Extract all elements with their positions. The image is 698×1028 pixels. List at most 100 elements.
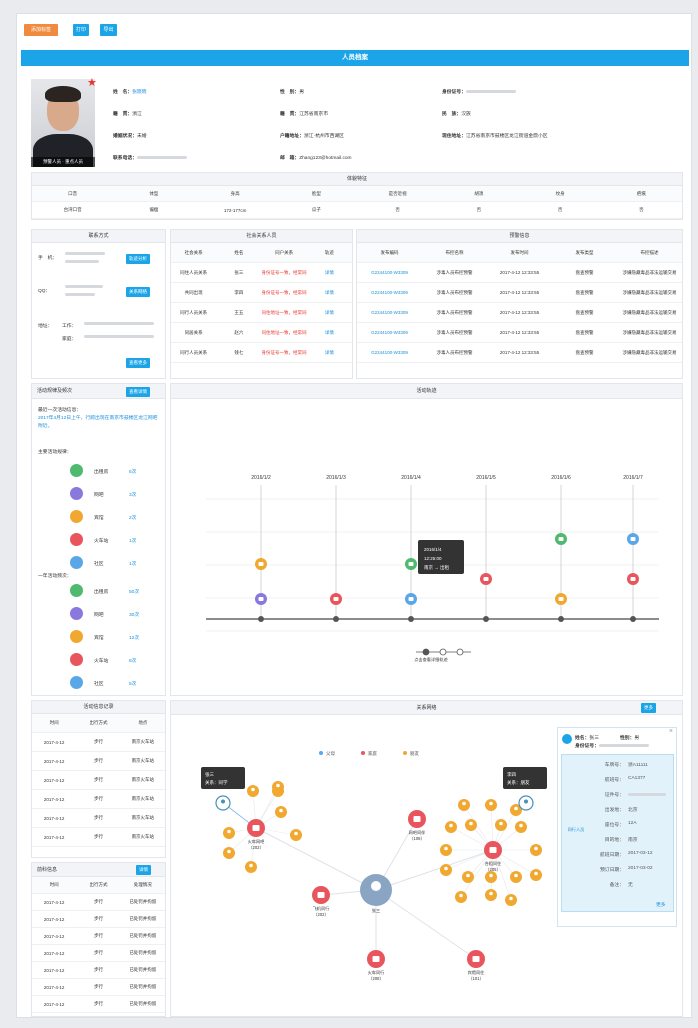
- criminal-records-table: 时间 出行方式 处理情况 2017-4-12 步行 已处罚并拘留 2017-4-12 步行 已处…: [32, 877, 165, 1013]
- timeline-event-glyph: [630, 537, 636, 541]
- table-cell[interactable]: 详情: [307, 290, 352, 296]
- graph-person-glyph: [227, 829, 231, 834]
- table-cell: 2017-4-12: [43, 1001, 65, 1007]
- alerts-title: 预警信息: [357, 230, 682, 243]
- table-cell: 步行: [93, 834, 103, 839]
- graph-more-button[interactable]: 更多: [641, 703, 656, 713]
- table-cell[interactable]: G2244100-W3309: [357, 350, 422, 355]
- timeline-legend-dot: [422, 648, 430, 656]
- detail-row-label: 证件号：: [604, 793, 624, 798]
- page-title: 人员档案: [21, 50, 689, 66]
- table-row: 2017-4-12 步行 南京火车站: [32, 752, 165, 771]
- table-cell[interactable]: 详情: [307, 310, 352, 316]
- export-button[interactable]: 导出: [100, 24, 117, 36]
- timeline-legend: 点击查看详细轨迹: [414, 657, 448, 662]
- table-cell: 南京火车站: [131, 739, 155, 744]
- table-cell: 已处罚并拘留: [129, 984, 157, 989]
- timeline-event-glyph: [408, 562, 414, 566]
- timeline-tooltip-text: 2016/1/4: [424, 547, 442, 552]
- add-tag-button[interactable]: 添加标签: [24, 24, 58, 36]
- graph-person-glyph: [251, 787, 255, 792]
- graph-legend-label: 家庭: [368, 750, 377, 757]
- records-detail-button[interactable]: 详情: [136, 865, 151, 875]
- graph-person-glyph: [489, 891, 493, 896]
- track-analysis-button[interactable]: 轨迹分析: [126, 254, 150, 264]
- table-row: 2017-4-12 步行 南京火车站: [32, 733, 165, 752]
- graph-hub-glyph: [317, 892, 325, 898]
- view-detail-button[interactable]: 查看详情: [126, 387, 150, 397]
- table-cell: 南京火车站: [131, 777, 155, 782]
- table-cell[interactable]: G2244100-W3309: [357, 270, 422, 275]
- table-header-row: 发布编码 布控名称 发布时间 发布类型 布控描述: [357, 243, 682, 263]
- table-cell: 同行人员关系: [180, 349, 208, 355]
- table-cell: 同住地址一致，经常同一地: [261, 329, 307, 335]
- graph-selected-glyph: [524, 799, 528, 804]
- table-cell: 步行: [93, 739, 103, 744]
- profile-field-label: 户籍地址：: [280, 134, 304, 139]
- table-cell: 涉毒人员布控预警: [436, 329, 473, 335]
- timeline-axis-dot: [333, 616, 339, 622]
- category-count: 2次: [129, 516, 137, 521]
- table-cell: 2017-4-12: [43, 739, 65, 745]
- table-cell: 盘查预警: [575, 349, 594, 355]
- close-icon[interactable]: ×: [669, 728, 673, 735]
- timeline-date-label: 2016/1/5: [476, 475, 496, 481]
- table-cell[interactable]: G2244100-W3309: [357, 330, 422, 335]
- table-cell: 盘查预警: [575, 289, 594, 295]
- category-count: 5次: [129, 470, 137, 475]
- profile-field-value: 男: [299, 90, 305, 95]
- graph-tooltip-text: 关系：朋友: [507, 779, 530, 786]
- timeline-event-glyph: [258, 562, 264, 566]
- print-button[interactable]: 打印: [73, 24, 89, 36]
- table-cell: 2017-4-12: [43, 815, 65, 821]
- home-address-label: 家庭：: [62, 337, 77, 342]
- table-cell[interactable]: G2244100-W3309: [357, 310, 422, 315]
- table-header-cell: 出行方式: [89, 720, 108, 725]
- table-row: G2244100-W3309 涉毒人员布控预警 2017-4-12 12:33:55…: [357, 343, 682, 363]
- table-cell: 2017-4-12 12:33:55: [499, 290, 540, 295]
- relation-network-button[interactable]: 关系网络: [126, 287, 150, 297]
- table-cell: 2017-4-12 12:33:55: [499, 270, 540, 275]
- table-cell: 步行: [93, 950, 103, 955]
- table-cell: 步行: [93, 933, 103, 938]
- table-cell[interactable]: 详情: [307, 270, 352, 276]
- table-cell[interactable]: 详情: [307, 330, 352, 336]
- table-header-cell: 布控描述: [640, 249, 659, 255]
- table-cell: 已处罚并拘留: [129, 933, 157, 938]
- view-more-button[interactable]: 查看更多: [126, 358, 150, 368]
- alerts-section: 预警信息 发布编码 布控名称 发布时间 发布类型 布控描述 G2244100-W3309 涉…: [356, 229, 683, 379]
- feature-header-cell: 脸型: [311, 190, 321, 196]
- graph-hub-count: （208）: [368, 976, 384, 981]
- table-cell: 涉嫌隐藏毒品非法运输交易: [622, 309, 677, 315]
- table-cell[interactable]: 详情: [307, 350, 352, 356]
- table-cell: 2017-4-12: [43, 899, 65, 905]
- profile-field: 联系电话：: [113, 154, 187, 161]
- table-cell: 步行: [93, 984, 103, 989]
- detail-row-value: 南京: [628, 838, 638, 843]
- table-cell: 2017-4-12 12:33:55: [499, 330, 540, 335]
- table-header-row: 时间 出行方式 地点: [32, 714, 165, 733]
- profile-field: 性 别：男: [280, 88, 304, 95]
- table-cell: 盘查预警: [575, 329, 594, 335]
- graph-person-glyph: [519, 823, 523, 828]
- table-cell[interactable]: G2244100-W3309: [357, 290, 422, 295]
- detail-more-link[interactable]: 更多: [656, 901, 666, 908]
- graph-tooltip: [201, 767, 245, 789]
- timeline-date-label: 2016/1/7: [623, 475, 643, 481]
- graph-person-glyph: [444, 866, 448, 871]
- graph-person-glyph: [449, 823, 453, 828]
- features-value-row: 台湾口音 偏瘦 172-177cm 瓜子 否 否 否 否: [32, 202, 682, 219]
- table-cell: 步行: [93, 758, 103, 763]
- address-label: 地址：: [38, 324, 53, 329]
- graph-hub-glyph: [413, 816, 421, 822]
- graph-tooltip-text: 张三: [205, 771, 214, 778]
- category-icon: [70, 464, 83, 477]
- table-row: G2244100-W3309 涉毒人员布控预警 2017-4-12 12:33:55…: [357, 303, 682, 323]
- profile-field-label: 邮 箱：: [280, 156, 300, 161]
- detail-row-label: 出发地：: [604, 808, 624, 813]
- timeline-axis-dot: [483, 616, 489, 622]
- features-section: 体貌特征 口音 体型 身高 脸型 是否近视 胡须 纹身 疤痕 台湾口音 偏瘦 172-177cm 瓜…: [31, 172, 683, 220]
- table-header-cell: 轨迹: [324, 249, 334, 255]
- profile-field-label: 籍 贯：: [113, 112, 133, 117]
- table-cell: 2017-4-12: [43, 933, 65, 939]
